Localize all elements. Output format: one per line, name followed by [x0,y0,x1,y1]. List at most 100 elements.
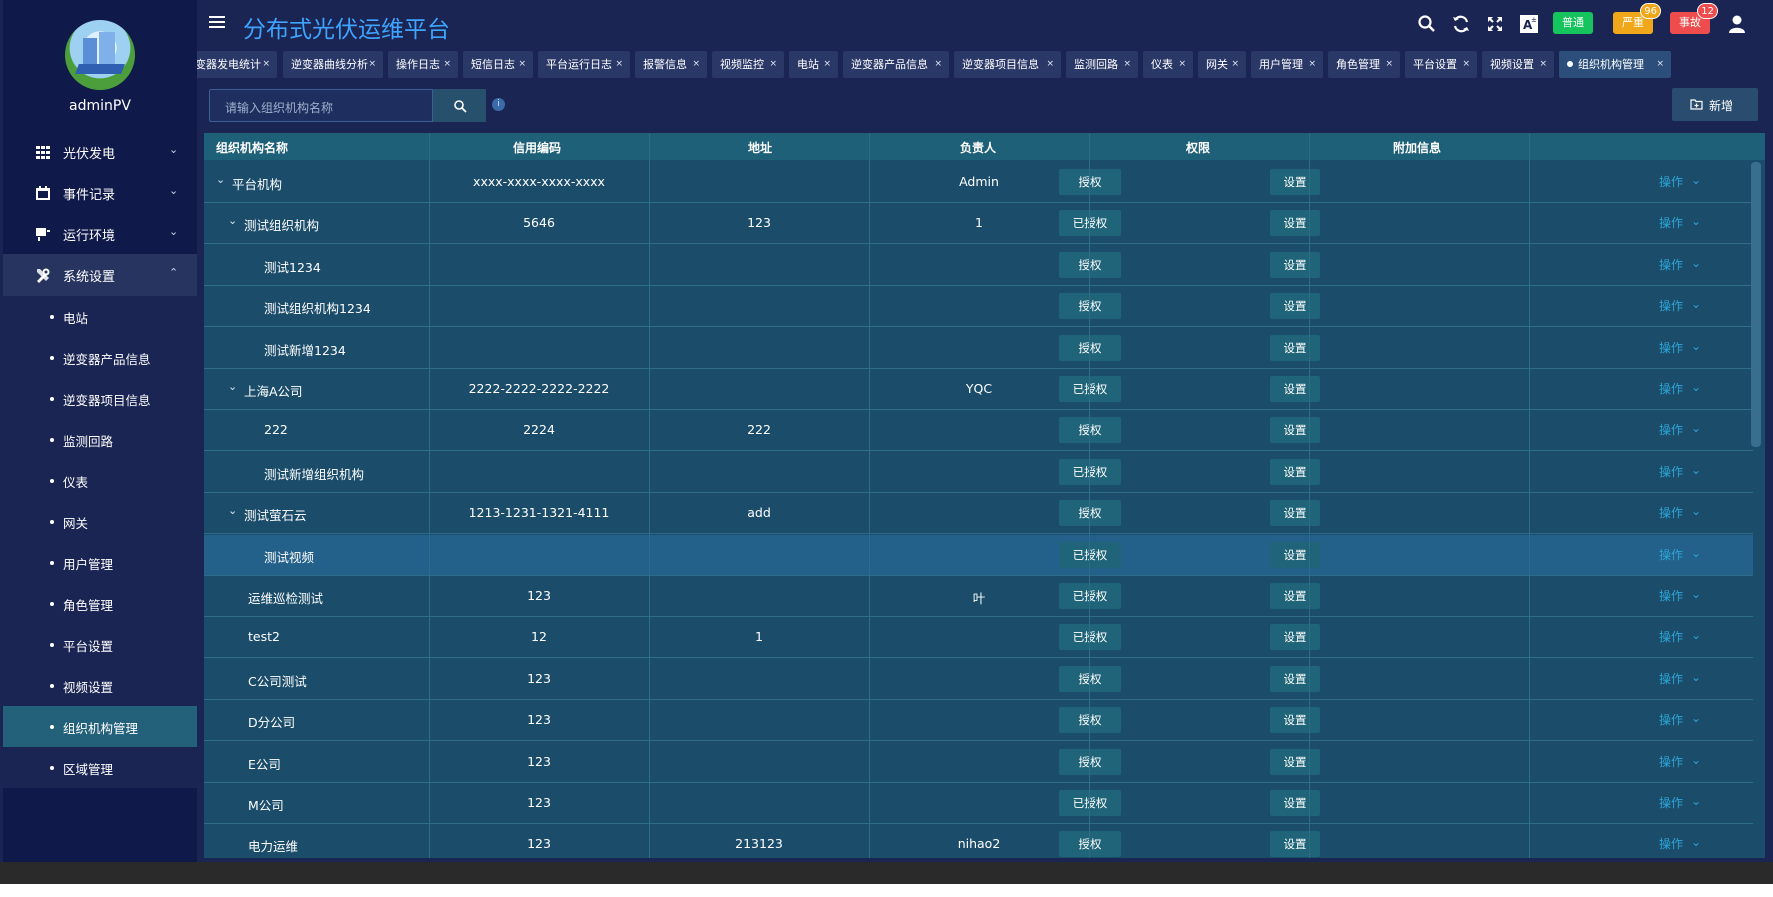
authorize-button[interactable]: 已授权 [1059,210,1121,237]
settings-button[interactable]: 设置 [1270,251,1320,278]
authorize-button[interactable]: 已授权 [1059,541,1121,568]
authorize-button[interactable]: 已授权 [1059,376,1121,402]
authorize-button[interactable]: 授权 [1059,251,1121,278]
table-row[interactable]: 电力运维 123 213123 nihao2 授权 设置 操作 ⌄ [204,824,1753,858]
actions-dropdown[interactable]: 操作 [1659,753,1683,770]
tab-item[interactable]: 视频设置 × [1482,51,1554,78]
close-icon[interactable]: × [615,51,623,78]
close-icon[interactable]: × [934,51,942,78]
tab-item[interactable]: 逆变器项目信息 × [954,51,1061,78]
tab-item[interactable]: 平台运行日志 × [538,51,630,78]
menu-system-settings[interactable]: 系统设置 ⌃ [3,254,197,296]
table-row[interactable]: ⌄ 测试组织机构 5646 123 1 已授权 设置 操作 ⌄ [204,203,1753,245]
actions-dropdown[interactable]: 操作 [1659,670,1683,687]
settings-button[interactable]: 设置 [1270,583,1320,609]
actions-dropdown[interactable]: 操作 [1659,297,1683,314]
close-icon[interactable]: × [769,51,777,78]
actions-dropdown[interactable]: 操作 [1659,794,1683,811]
table-row[interactable]: ⌄ 测试萤石云 1213-1231-1321-4111 add 授权 设置 操作 ⌄ [204,493,1753,535]
user-icon[interactable] [1727,14,1747,34]
settings-button[interactable]: 设置 [1270,293,1320,320]
close-icon[interactable]: × [368,51,376,78]
close-icon[interactable]: × [1123,51,1131,78]
authorize-button[interactable]: 已授权 [1059,790,1121,816]
settings-button[interactable]: 设置 [1270,831,1320,858]
tab-item[interactable]: 平台设置 × [1405,51,1477,78]
close-icon[interactable]: × [1385,51,1393,78]
search-icon[interactable] [1417,14,1437,34]
chevron-down-icon[interactable]: ⌄ [216,173,225,186]
actions-dropdown[interactable]: 操作 [1659,421,1683,438]
settings-button[interactable]: 设置 [1270,458,1320,485]
alert-normal-button[interactable]: 普通 [1553,12,1593,34]
chevron-down-icon[interactable]: ⌄ [1691,835,1701,849]
actions-dropdown[interactable]: 操作 [1659,628,1683,645]
table-row[interactable]: 222 2224 222 授权 设置 操作 ⌄ [204,410,1753,452]
chevron-down-icon[interactable]: ⌄ [1691,173,1701,187]
tab-item[interactable]: 监测回路 × [1066,51,1138,78]
settings-button[interactable]: 设置 [1270,417,1320,444]
info-icon[interactable]: i [492,98,505,111]
menu-event-records[interactable]: 事件记录 ⌄ [3,172,197,214]
authorize-button[interactable]: 授权 [1059,707,1121,734]
close-icon[interactable]: × [1231,51,1239,78]
tab-item[interactable]: 逆变器产品信息 × [843,51,949,78]
tab-item[interactable]: 用户管理 × [1251,51,1323,78]
tab-item[interactable]: 变器发电统计 × [197,51,277,78]
chevron-down-icon[interactable]: ⌄ [1691,380,1701,394]
submenu-item[interactable]: 平台设置 [3,624,197,665]
settings-button[interactable]: 设置 [1270,376,1320,402]
close-icon[interactable]: × [1462,51,1470,78]
tab-item[interactable]: 短信日志 × [463,51,533,78]
table-row[interactable]: 测试1234 授权 设置 操作 ⌄ [204,245,1753,286]
settings-button[interactable]: 设置 [1270,624,1320,651]
chevron-down-icon[interactable]: ⌄ [1691,339,1701,353]
submenu-item[interactable]: 视频设置 [3,665,197,706]
submenu-item[interactable]: 监测回路 [3,419,197,460]
settings-button[interactable]: 设置 [1270,748,1320,775]
actions-dropdown[interactable]: 操作 [1659,546,1683,563]
table-row[interactable]: D分公司 123 授权 设置 操作 ⌄ [204,700,1753,742]
close-icon[interactable]: × [262,51,270,78]
chevron-down-icon[interactable]: ⌄ [1691,214,1701,228]
tab-item-active[interactable]: 组织机构管理 × [1559,51,1671,78]
submenu-item[interactable]: 逆变器项目信息 [3,378,197,419]
table-row[interactable]: C公司测试 123 授权 设置 操作 ⌄ [204,659,1753,700]
tab-item[interactable]: 角色管理 × [1328,51,1400,78]
submenu-item[interactable]: 仪表 [3,460,197,501]
actions-dropdown[interactable]: 操作 [1659,256,1683,273]
submenu-item-active[interactable]: 组织机构管理 [3,706,197,747]
tab-item[interactable]: 电站 × [789,51,838,78]
close-icon[interactable]: × [1656,51,1664,78]
authorize-button[interactable]: 授权 [1059,831,1121,858]
submenu-item[interactable]: 网关 [3,501,197,542]
refresh-icon[interactable] [1451,14,1471,34]
tab-item[interactable]: 仪表 × [1143,51,1193,78]
menu-pv-generation[interactable]: 光伏发电 ⌄ [3,131,197,173]
font-size-icon[interactable]: A± [1519,14,1539,34]
table-row[interactable]: test2 12 1 已授权 设置 操作 ⌄ [204,617,1753,659]
close-icon[interactable]: × [1178,51,1186,78]
close-icon[interactable]: × [518,51,526,78]
fullscreen-icon[interactable] [1485,14,1505,34]
authorize-button[interactable]: 授权 [1059,748,1121,775]
menu-runtime-env[interactable]: 运行环境 ⌄ [3,213,197,255]
chevron-down-icon[interactable]: ⌄ [1691,628,1701,642]
close-icon[interactable]: × [443,51,451,78]
chevron-down-icon[interactable]: ⌄ [1691,297,1701,311]
table-scrollbar[interactable] [1751,162,1761,447]
actions-dropdown[interactable]: 操作 [1659,711,1683,728]
table-row[interactable]: 测试新增组织机构 已授权 设置 操作 ⌄ [204,452,1753,493]
chevron-down-icon[interactable]: ⌄ [1691,587,1701,601]
submenu-item[interactable]: 逆变器产品信息 [3,337,197,378]
table-row[interactable]: 测试组织机构1234 授权 设置 操作 ⌄ [204,286,1753,328]
alert-accident-button[interactable]: 事故 12 [1670,3,1718,34]
actions-dropdown[interactable]: 操作 [1659,173,1683,190]
authorize-button[interactable]: 授权 [1059,665,1121,692]
table-row[interactable]: ⌄ 平台机构 xxxx-xxxx-xxxx-xxxx Admin 授权 设置 操作 ⌄ [204,162,1753,203]
chevron-down-icon[interactable]: ⌄ [1691,794,1701,808]
actions-dropdown[interactable]: 操作 [1659,587,1683,604]
search-button[interactable] [432,89,486,122]
settings-button[interactable]: 设置 [1270,541,1320,568]
actions-dropdown[interactable]: 操作 [1659,380,1683,397]
